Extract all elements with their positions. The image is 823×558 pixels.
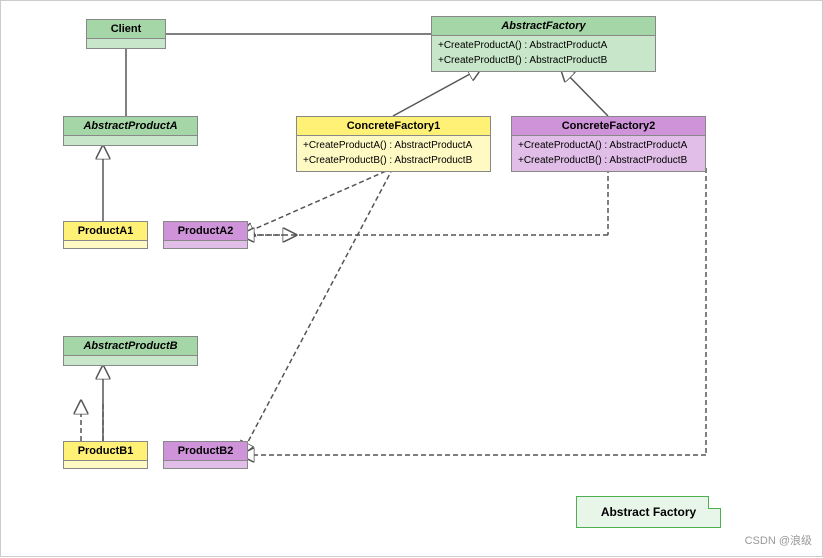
abstract-product-b-box: AbstractProductB [63,336,198,366]
cf1-method2: +CreateProductB() : AbstractProductB [303,153,484,168]
abstract-factory-method2: +CreateProductB() : AbstractProductB [438,53,649,68]
abstract-product-b-title: AbstractProductB [64,337,197,356]
client-title: Client [87,20,165,39]
cf1-method1: +CreateProductA() : AbstractProductA [303,138,484,153]
abstract-product-a-box: AbstractProductA [63,116,198,146]
abstract-product-a-title: AbstractProductA [64,117,197,136]
abstract-factory-method1: +CreateProductA() : AbstractProductA [438,38,649,53]
diagram-arrows [1,1,823,558]
concrete-factory2-title: ConcreteFactory2 [512,117,705,136]
abstract-factory-title: AbstractFactory [432,17,655,36]
concrete-factory1-body: +CreateProductA() : AbstractProductA +Cr… [297,136,490,170]
product-a1-title: ProductA1 [64,222,147,241]
client-box: Client [86,19,166,49]
product-b2-title: ProductB2 [164,442,247,461]
product-a2-title: ProductA2 [164,222,247,241]
abstract-factory-body: +CreateProductA() : AbstractProductA +Cr… [432,36,655,70]
note-label: Abstract Factory [601,505,696,519]
concrete-factory2-body: +CreateProductA() : AbstractProductA +Cr… [512,136,705,170]
product-a2-box: ProductA2 [163,221,248,249]
cf2-method2: +CreateProductB() : AbstractProductB [518,153,699,168]
abstract-factory-box: AbstractFactory +CreateProductA() : Abst… [431,16,656,72]
cf2-method1: +CreateProductA() : AbstractProductA [518,138,699,153]
product-b1-box: ProductB1 [63,441,148,469]
concrete-factory1-title: ConcreteFactory1 [297,117,490,136]
concrete-factory2-box: ConcreteFactory2 +CreateProductA() : Abs… [511,116,706,172]
product-b2-box: ProductB2 [163,441,248,469]
product-a1-box: ProductA1 [63,221,148,249]
concrete-factory1-box: ConcreteFactory1 +CreateProductA() : Abs… [296,116,491,172]
product-b1-title: ProductB1 [64,442,147,461]
diagram-container: Client AbstractFactory +CreateProductA()… [0,0,823,557]
note-box: Abstract Factory [576,496,721,528]
watermark: CSDN @浪级 [745,532,812,548]
